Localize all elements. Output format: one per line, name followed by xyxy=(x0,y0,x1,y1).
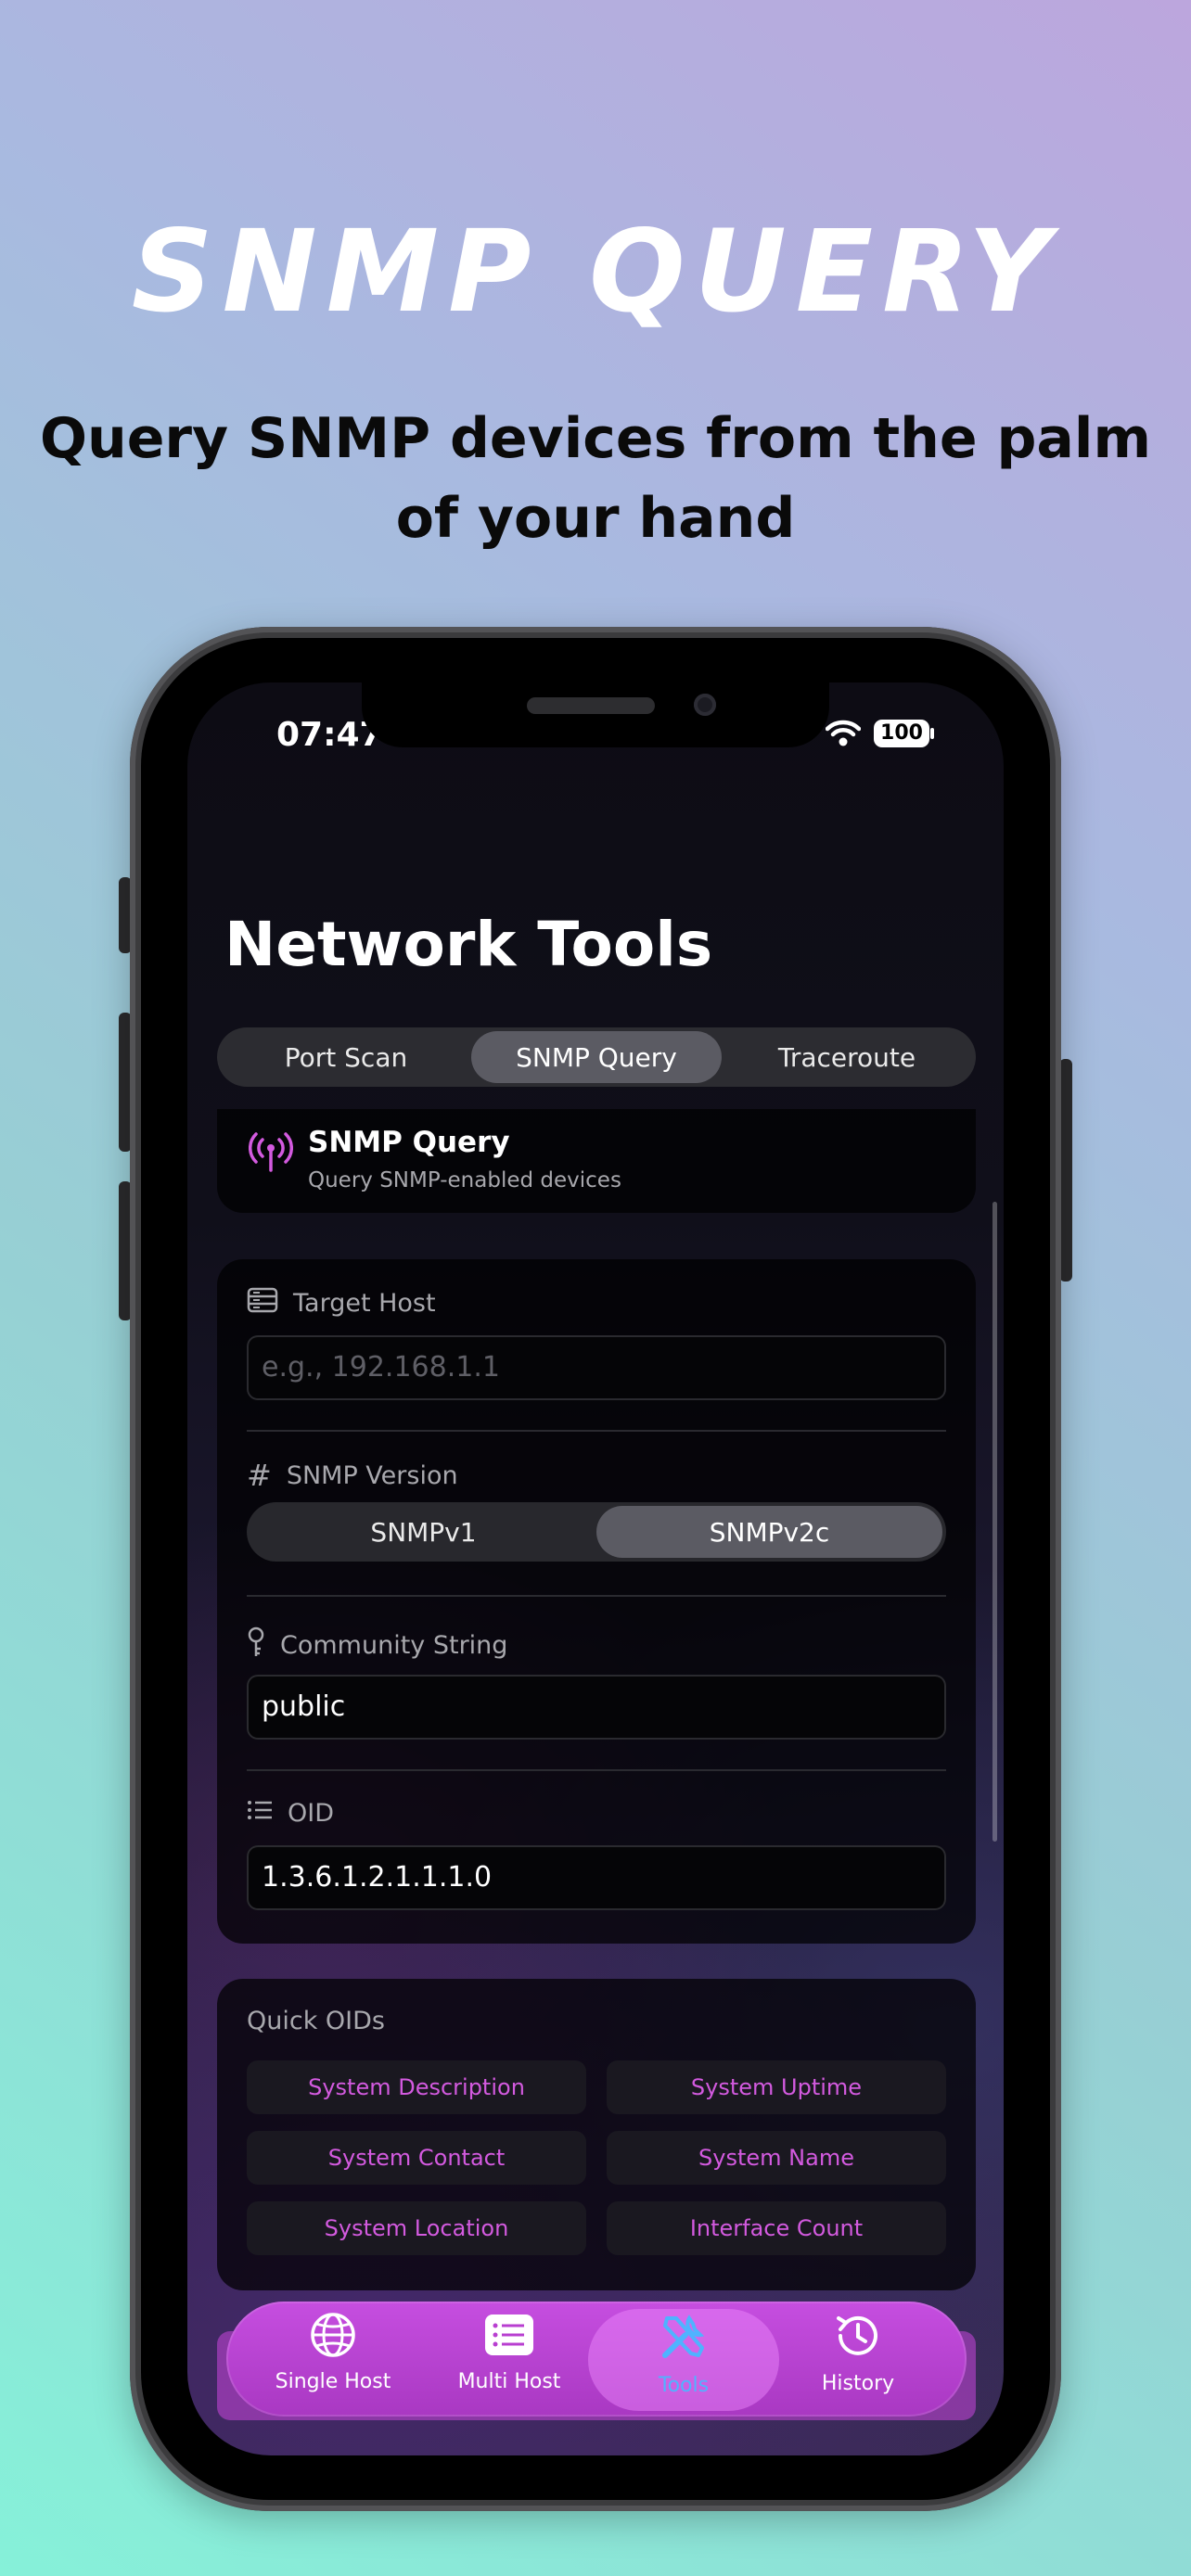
quick-oid-system-location[interactable]: System Location xyxy=(247,2201,586,2255)
snmp-card-subtitle: Query SNMP-enabled devices xyxy=(308,1168,621,1192)
oid-input[interactable]: 1.3.6.1.2.1.1.1.0 xyxy=(247,1845,946,1910)
snmp-version-label-row: # SNMP Version xyxy=(247,1458,458,1493)
quick-oids-card: Quick OIDs System Description System Upt… xyxy=(217,1979,976,2290)
target-host-input[interactable]: e.g., 192.168.1.1 xyxy=(247,1335,946,1400)
wifi-icon xyxy=(825,720,862,751)
tab-multi-host-label: Multi Host xyxy=(457,2370,561,2393)
history-icon xyxy=(833,2311,883,2365)
phone-camera xyxy=(694,694,716,716)
community-string-input[interactable]: public xyxy=(247,1675,946,1740)
tab-history[interactable]: History xyxy=(770,2311,946,2411)
list-icon xyxy=(483,2311,535,2363)
globe-icon xyxy=(309,2311,357,2363)
page-title: Network Tools xyxy=(224,909,713,980)
antenna-icon xyxy=(249,1129,293,1178)
app-screen: 07:47 100 Network Tools Port Scan SNMP Q… xyxy=(187,682,1004,2455)
battery-icon: 100 xyxy=(874,720,929,747)
quick-oid-system-description[interactable]: System Description xyxy=(247,2060,586,2114)
version-option-v2c[interactable]: SNMPv2c xyxy=(596,1506,942,1558)
tab-multi-host[interactable]: Multi Host xyxy=(421,2311,597,2411)
quick-oids-title: Quick OIDs xyxy=(247,2007,386,2035)
snmp-form-card: Target Host e.g., 192.168.1.1 # SNMP Ver… xyxy=(217,1259,976,1944)
server-icon xyxy=(247,1287,278,1320)
snmp-card-title: SNMP Query xyxy=(308,1126,510,1159)
list-icon xyxy=(247,1799,273,1828)
segment-traceroute[interactable]: Traceroute xyxy=(722,1031,972,1083)
tools-icon xyxy=(658,2311,710,2366)
tab-tools[interactable]: Tools xyxy=(596,2311,772,2411)
tab-single-host[interactable]: Single Host xyxy=(245,2311,421,2411)
snmp-header-card: SNMP Query Query SNMP-enabled devices xyxy=(217,1109,976,1213)
hash-icon: # xyxy=(247,1458,272,1493)
phone-speaker xyxy=(527,697,655,714)
oid-label: OID xyxy=(288,1799,335,1828)
tool-segmented-control[interactable]: Port Scan SNMP Query Traceroute xyxy=(217,1027,976,1087)
divider xyxy=(247,1430,946,1432)
quick-oid-system-uptime[interactable]: System Uptime xyxy=(607,2060,946,2114)
oid-label-row: OID xyxy=(247,1799,334,1828)
segment-snmp-query[interactable]: SNMP Query xyxy=(471,1031,722,1083)
tab-history-label: History xyxy=(821,2372,895,2395)
quick-oid-system-contact[interactable]: System Contact xyxy=(247,2131,586,2185)
target-host-label-row: Target Host xyxy=(247,1287,436,1320)
hero-title: SNMP QUERY xyxy=(131,206,1060,338)
tab-tools-label: Tools xyxy=(658,2374,710,2397)
divider xyxy=(247,1595,946,1597)
scroll-indicator[interactable] xyxy=(992,1202,997,1842)
battery-nub xyxy=(930,728,934,739)
divider xyxy=(247,1769,946,1771)
tab-single-host-label: Single Host xyxy=(275,2370,391,2393)
community-label-row: Community String xyxy=(247,1626,507,1664)
segment-port-scan[interactable]: Port Scan xyxy=(221,1031,471,1083)
target-host-label: Target Host xyxy=(293,1289,436,1318)
key-icon xyxy=(247,1626,265,1664)
snmp-version-label: SNMP Version xyxy=(286,1460,458,1490)
phone-notch xyxy=(362,682,829,747)
hero-subtitle: Query SNMP devices from the palm of your… xyxy=(39,406,1151,551)
version-option-v1[interactable]: SNMPv1 xyxy=(250,1506,596,1558)
snmp-version-selector[interactable]: SNMPv1 SNMPv2c xyxy=(247,1502,946,1562)
phone-power-button xyxy=(1059,1059,1072,1282)
community-string-label: Community String xyxy=(280,1631,508,1660)
quick-oid-system-name[interactable]: System Name xyxy=(607,2131,946,2185)
quick-oid-interface-count[interactable]: Interface Count xyxy=(607,2201,946,2255)
